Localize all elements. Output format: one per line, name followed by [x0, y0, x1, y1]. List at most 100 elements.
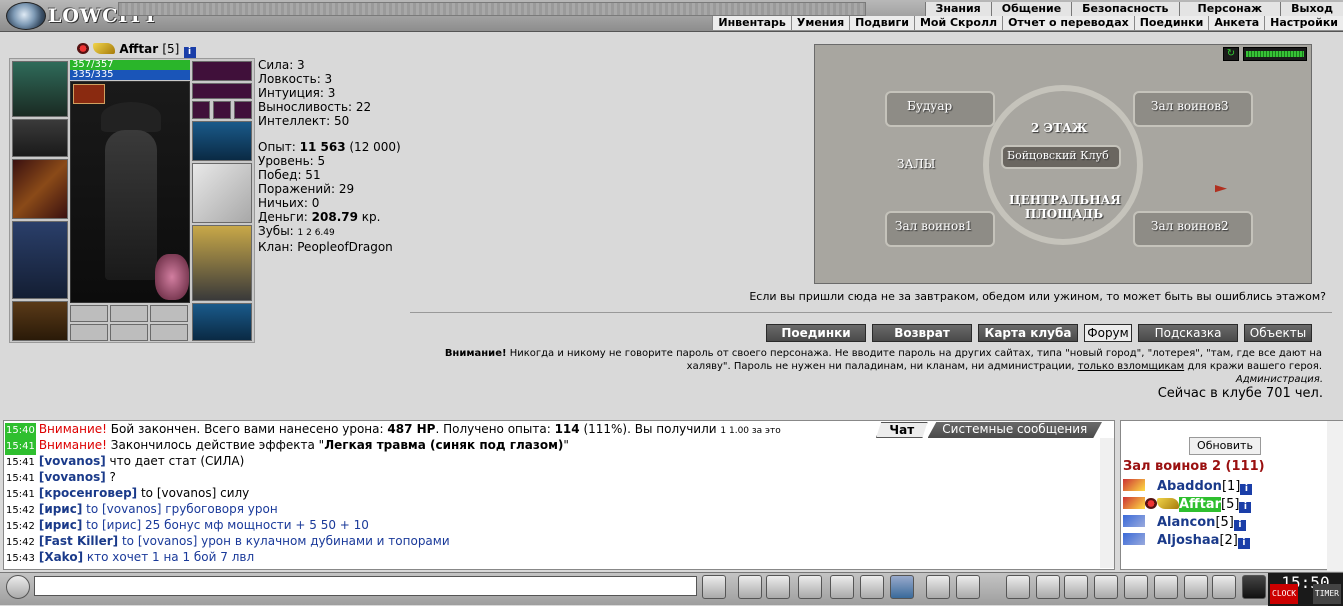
potion-icon[interactable]: [1064, 575, 1088, 599]
sub-nav-transfers[interactable]: Отчет о переводах: [1002, 16, 1134, 30]
clock-widget[interactable]: 15:50 CLOCK TIMER: [1268, 573, 1343, 606]
gloves-slot[interactable]: [192, 121, 252, 161]
ring3-slot[interactable]: [234, 101, 252, 119]
user-row[interactable]: Aljoshaa[2] i: [1123, 533, 1250, 551]
chat-scrollbar[interactable]: [1100, 438, 1114, 568]
ring2-slot[interactable]: [213, 101, 231, 119]
rune-slot-4[interactable]: [70, 324, 108, 341]
bracers-slot[interactable]: [12, 119, 68, 157]
boots-slot[interactable]: [192, 303, 252, 341]
hands-icon[interactable]: [1184, 575, 1208, 599]
chat-line: 15:42 [ирис] to [vovanos] грубоговоря уро…: [6, 502, 278, 516]
room-club-label[interactable]: Бойцовский Клуб: [1007, 149, 1109, 162]
smile-icon[interactable]: [926, 575, 950, 599]
helmet-slot[interactable]: [12, 61, 68, 117]
flag-icon[interactable]: [1212, 575, 1236, 599]
map-refresh-icon[interactable]: ↻: [1223, 47, 1239, 61]
rune-slot-1[interactable]: [70, 305, 108, 322]
bag-icon[interactable]: [1006, 575, 1030, 599]
sub-nav-skills[interactable]: Умения: [790, 16, 850, 30]
bottom-toolbar: 15:50 CLOCK TIMER: [0, 572, 1343, 606]
hint-button[interactable]: Подсказка: [1138, 324, 1238, 342]
amulet-slot[interactable]: [192, 83, 252, 99]
user-row[interactable]: Afftar[5] i: [1123, 497, 1252, 515]
filter-icon[interactable]: [766, 575, 790, 599]
chat-input[interactable]: [34, 576, 697, 596]
shield-slot[interactable]: [192, 163, 252, 223]
return-button[interactable]: Возврат: [872, 324, 972, 342]
send-icon[interactable]: [702, 575, 726, 599]
nav-exit[interactable]: Выход: [1280, 2, 1343, 16]
room-title: Зал воинов 2 (111): [1123, 459, 1265, 474]
spy-icon[interactable]: [956, 575, 980, 599]
hand-icon[interactable]: [1154, 575, 1178, 599]
stat-draws: Ничьих: 0: [258, 196, 320, 210]
mana-bar: 335/335: [70, 70, 190, 80]
clock-label[interactable]: CLOCK: [1270, 584, 1299, 604]
timer-label[interactable]: TIMER: [1312, 584, 1341, 604]
room-boudoir-label[interactable]: Будуар: [907, 99, 952, 113]
stat-intellect: Интеллект: 50: [258, 114, 350, 128]
central-square-label[interactable]: ЦЕНТРАЛЬНАЯ ПЛОЩАДЬ: [1009, 193, 1121, 221]
rune-slot-2[interactable]: [110, 305, 148, 322]
users-scrollbar[interactable]: [1327, 421, 1343, 571]
stat-strength: Сила: 3: [258, 58, 305, 72]
exit-icon[interactable]: [1242, 575, 1266, 599]
club-map-button[interactable]: Карта клуба: [978, 324, 1078, 342]
halls-arrow-label[interactable]: ЗАЛЫ: [897, 157, 935, 171]
earring-slot[interactable]: [192, 61, 252, 81]
mask-icon[interactable]: [1124, 575, 1148, 599]
sub-nav-profile[interactable]: Анкета: [1208, 16, 1265, 30]
rune-slot-6[interactable]: [150, 324, 188, 341]
pants-slot[interactable]: [192, 225, 252, 301]
forum-button[interactable]: Форум: [1084, 324, 1132, 342]
eraser-icon[interactable]: [738, 575, 762, 599]
nav-knowledge[interactable]: Знания: [924, 2, 991, 16]
translit-icon[interactable]: [860, 575, 884, 599]
room-hall1-label[interactable]: Зал воинов1: [895, 219, 973, 233]
user-row[interactable]: Alancon[5] i: [1123, 515, 1246, 533]
sub-nav-scroll[interactable]: Мой Скролл: [913, 16, 1003, 30]
fights-button[interactable]: Поединки: [766, 324, 866, 342]
user-row[interactable]: Abaddon[1] i: [1123, 479, 1253, 497]
refresh-button[interactable]: Обновить: [1189, 437, 1261, 455]
chest-icon[interactable]: [1094, 575, 1118, 599]
stat-experience: Опыт: 11 563 (12 000): [258, 140, 401, 154]
sub-nav-settings[interactable]: Настройки: [1264, 16, 1343, 30]
weapon-slot[interactable]: [12, 159, 68, 219]
tab-chat[interactable]: Чат: [876, 422, 928, 438]
armor-slot[interactable]: [12, 221, 68, 299]
sub-nav-inventory[interactable]: Инвентарь: [712, 16, 791, 30]
fist-icon[interactable]: [1036, 575, 1060, 599]
tab-system-messages[interactable]: Системные сообщения: [927, 422, 1102, 438]
sub-nav-fights[interactable]: Поединки: [1133, 16, 1209, 30]
belt-slot[interactable]: [12, 301, 68, 341]
info-icon[interactable]: i: [1233, 520, 1246, 531]
rune-slot-3[interactable]: [150, 305, 188, 322]
clan-dragon-icon: [77, 43, 89, 54]
objects-button[interactable]: Объекты: [1244, 324, 1312, 342]
info-icon[interactable]: i: [183, 47, 196, 58]
chat-line: 15:41 [vovanos] ?: [6, 470, 116, 484]
chat-log[interactable]: 15:40 Внимание! Бой закончен. Всего вами …: [3, 420, 1115, 570]
ring1-slot[interactable]: [192, 101, 210, 119]
smiley-face-icon[interactable]: [6, 575, 30, 599]
rune-slot-5[interactable]: [110, 324, 148, 341]
private-icon[interactable]: [830, 575, 854, 599]
nav-security[interactable]: Безопасность: [1071, 2, 1179, 16]
room-hall2-label[interactable]: Зал воинов2: [1151, 219, 1229, 233]
sub-nav-achievements[interactable]: Подвиги: [849, 16, 914, 30]
nav-character[interactable]: Персонаж: [1178, 2, 1281, 16]
hackers-link[interactable]: только взломщикам: [1078, 361, 1184, 372]
sound-icon[interactable]: [890, 575, 914, 599]
backpack-icon[interactable]: [73, 84, 105, 104]
info-icon[interactable]: i: [1237, 538, 1250, 549]
info-icon[interactable]: i: [1239, 502, 1252, 513]
save-icon[interactable]: [798, 575, 822, 599]
room-hall3-label[interactable]: Зал воинов3: [1151, 99, 1229, 113]
chat-line: 15:41 [vovanos] что дает стат (СИЛА): [6, 454, 245, 468]
info-icon[interactable]: i: [1240, 484, 1253, 495]
character-avatar[interactable]: [70, 81, 190, 303]
stat-wins: Побед: 51: [258, 168, 321, 182]
nav-social[interactable]: Общение: [990, 2, 1072, 16]
